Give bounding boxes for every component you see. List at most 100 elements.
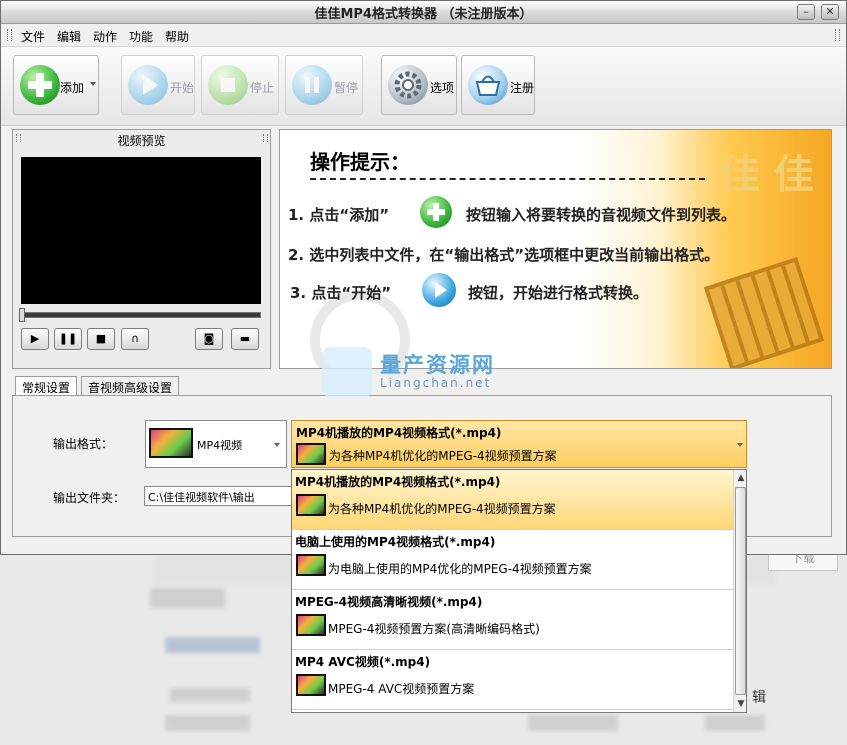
dropdown-scrollbar[interactable]: ▲ ▼	[733, 470, 746, 712]
scrollbar-thumb[interactable]	[735, 487, 746, 695]
preset-option-title: MP4 AVC视频(*.mp4)	[295, 655, 431, 669]
menu-file[interactable]: 文件	[21, 28, 45, 45]
preset-option-thumbnail	[296, 494, 326, 516]
preset-thumbnail	[296, 443, 326, 465]
background-blur-block	[165, 715, 250, 731]
minimize-button[interactable]: –	[797, 4, 815, 20]
preset-option-thumbnail	[296, 674, 326, 696]
tip-line-2: 2. 选中列表中文件，在“输出格式”选项框中更改当前输出格式。	[288, 246, 720, 264]
stop-icon	[208, 65, 248, 105]
preset-option-desc: 为电脑上使用的MP4优化的MPEG-4视频预置方案	[328, 562, 592, 576]
options-button-label: 选项	[430, 81, 455, 95]
open-folder-button[interactable]: ▬	[231, 328, 259, 350]
add-dropdown-arrow-icon[interactable]	[90, 82, 96, 86]
tips-heading: 操作提示：	[310, 150, 410, 174]
tab-general-settings[interactable]: 常规设置	[15, 376, 78, 397]
video-preview-panel: 视频预览 ▶ ❚❚ ■ ∩ ◙ ▬	[12, 129, 271, 369]
preset-option-desc: 为各种MP4机优化的MPEG-4视频预置方案	[328, 502, 556, 516]
chevron-down-icon	[274, 443, 280, 447]
tab-advanced-av-settings[interactable]: 音视频高级设置	[81, 376, 180, 396]
preset-option-title: MPEG-4视频高清晰视频(*.mp4)	[295, 595, 483, 609]
folder-icon: ▬	[239, 332, 251, 345]
menu-edit[interactable]: 编辑	[57, 28, 81, 45]
preview-grip-right-icon	[263, 134, 268, 142]
add-plus-icon	[420, 196, 452, 228]
play-icon: ▶	[30, 332, 40, 345]
watermark: 量产资源网 Liangchan.net	[322, 347, 532, 399]
tips-divider	[310, 178, 705, 180]
preview-play-button[interactable]: ▶	[21, 328, 49, 350]
preset-selected-title: MP4机播放的MP4视频格式(*.mp4)	[296, 426, 502, 440]
seek-handle[interactable]	[19, 308, 25, 322]
pause-button-label: 暂停	[334, 81, 359, 95]
video-preview-title: 视频预览	[117, 134, 166, 148]
add-plus-icon	[20, 65, 60, 105]
pause-icon	[292, 65, 332, 105]
menu-help[interactable]: 帮助	[165, 28, 189, 45]
scroll-down-icon[interactable]: ▼	[735, 697, 746, 711]
title-bar[interactable]: 佳佳MP4格式转换器 （未注册版本） – ✕	[1, 1, 846, 24]
pause-button[interactable]: 暂停	[285, 55, 363, 115]
menu-action[interactable]: 动作	[93, 28, 117, 45]
options-button[interactable]: 选项	[381, 55, 457, 115]
tip-line-3-prefix: 3. 点击“开始”	[290, 284, 392, 302]
pause-icon: ❚❚	[58, 332, 78, 345]
add-button[interactable]: 添加	[13, 55, 99, 115]
seek-bar[interactable]	[21, 312, 261, 318]
preset-option[interactable]: MPEG-4视频高清晰视频(*.mp4) MPEG-4视频预置方案(高清晰编码格…	[292, 590, 733, 650]
preset-option-thumbnail	[296, 554, 326, 576]
preview-pause-button[interactable]: ❚❚	[54, 328, 82, 350]
scroll-up-icon[interactable]: ▲	[735, 471, 746, 485]
background-blur-block	[170, 688, 250, 702]
preset-option-desc: MPEG-4 AVC视频预置方案	[328, 682, 475, 696]
background-blur-block	[705, 715, 765, 731]
menu-function[interactable]: 功能	[129, 28, 153, 45]
background-edit-text: 辑	[752, 690, 766, 706]
video-screen	[21, 157, 261, 304]
camera-icon: ◙	[203, 332, 215, 345]
close-button[interactable]: ✕	[821, 4, 839, 20]
background-blur-block	[165, 637, 260, 653]
tip-line-3-suffix: 按钮，开始进行格式转换。	[468, 284, 649, 302]
menubar-grip-icon	[7, 29, 12, 41]
output-preset-select[interactable]: MP4机播放的MP4视频格式(*.mp4) 为各种MP4机优化的MPEG-4视频…	[291, 420, 747, 468]
preset-dropdown-list[interactable]: MP4机播放的MP4视频格式(*.mp4) 为各种MP4机优化的MPEG-4视频…	[291, 469, 747, 713]
window-title: 佳佳MP4格式转换器 （未注册版本）	[314, 7, 533, 22]
preview-volume-button[interactable]: ∩	[121, 328, 149, 350]
watermark-logo-icon	[322, 347, 372, 397]
gear-icon	[388, 65, 428, 105]
play-icon	[422, 273, 456, 307]
preview-stop-button[interactable]: ■	[87, 328, 115, 350]
add-button-label: 添加	[60, 81, 85, 95]
output-format-label: 输出格式：	[53, 437, 114, 451]
tip-line-1-prefix: 1. 点击“添加”	[288, 206, 390, 224]
basket-icon	[468, 65, 508, 105]
background-blur-block	[150, 588, 225, 608]
toolbar: 添加 开始 停止 暂停 选项 注册	[1, 47, 846, 126]
watermark-sub-text: Liangchan.net	[380, 376, 492, 390]
preset-option[interactable]: MP4机播放的MP4视频格式(*.mp4) 为各种MP4机优化的MPEG-4视频…	[292, 470, 733, 530]
jiajia-logo: 佳 佳	[720, 151, 814, 198]
watermark-main-text: 量产资源网	[380, 353, 495, 377]
register-button-label: 注册	[510, 81, 535, 95]
preset-option-title: 电脑上使用的MP4视频格式(*.mp4)	[295, 535, 496, 549]
register-button[interactable]: 注册	[461, 55, 535, 115]
output-format-select[interactable]: MP4视频	[145, 420, 287, 468]
output-format-value: MP4视频	[197, 439, 243, 452]
background-blur-block	[528, 715, 618, 731]
snapshot-button[interactable]: ◙	[195, 328, 223, 350]
preset-selected-desc: 为各种MP4机优化的MPEG-4视频预置方案	[329, 449, 557, 463]
preset-option-thumbnail	[296, 614, 326, 636]
headphones-icon: ∩	[130, 332, 140, 345]
stop-icon: ■	[95, 332, 107, 345]
tip-line-1-suffix: 按钮输入将要转换的音视频文件到列表。	[466, 206, 737, 224]
output-folder-field[interactable]: C:\佳佳视频软件\输出	[144, 486, 294, 506]
preset-option[interactable]: 电脑上使用的MP4视频格式(*.mp4) 为电脑上使用的MP4优化的MPEG-4…	[292, 530, 733, 590]
start-button[interactable]: 开始	[121, 55, 195, 115]
chevron-down-icon	[737, 443, 743, 447]
menu-bar: 文件 编辑 动作 功能 帮助	[1, 24, 846, 47]
operation-tips-banner: 佳 佳 操作提示： 1. 点击“添加” 按钮输入将要转换的音视频文件到列表。 2…	[279, 129, 832, 369]
menubar-end-grip-icon	[835, 29, 840, 41]
preset-option[interactable]: MP4 AVC视频(*.mp4) MPEG-4 AVC视频预置方案	[292, 650, 733, 710]
stop-button[interactable]: 停止	[201, 55, 279, 115]
